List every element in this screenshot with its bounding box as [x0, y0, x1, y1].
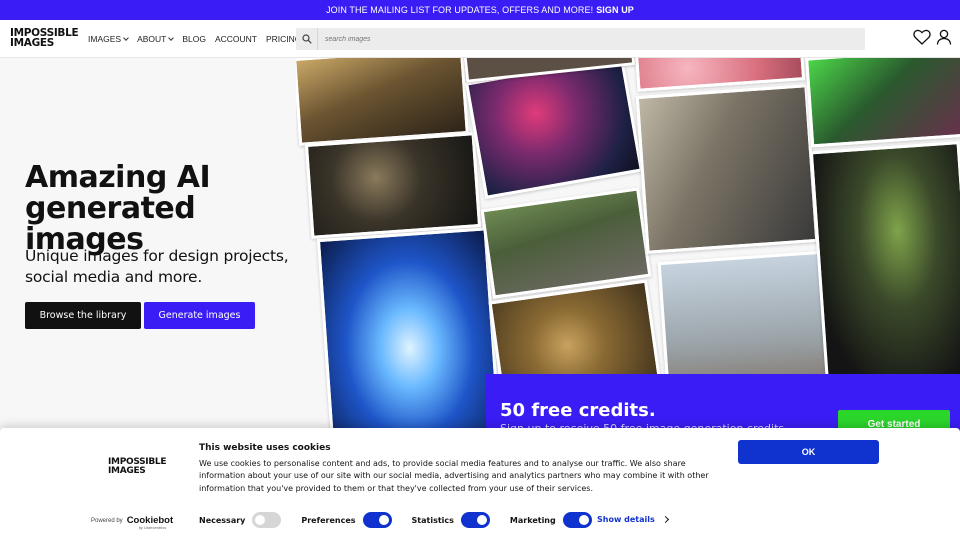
- toggle-statistics: Statistics: [412, 512, 490, 528]
- main-menu: IMAGES ABOUT BLOG ACCOUNT PRICING: [88, 34, 310, 44]
- cookiebot-sub: by Usercentrics: [138, 525, 167, 530]
- hero-section: Amazing AI generated images Unique image…: [0, 58, 960, 438]
- nav-label: IMAGES: [88, 34, 122, 44]
- image-tile-city[interactable]: [296, 58, 469, 146]
- toggle-label: Marketing: [509, 515, 556, 525]
- logo-line-2: IMAGES: [108, 466, 146, 476]
- toggle-necessary: Necessary: [199, 512, 282, 528]
- chevron-down-icon: [123, 34, 129, 41]
- heart-icon[interactable]: [913, 29, 931, 50]
- cookie-site-logo: IMPOSSIBLE IMAGES: [108, 458, 167, 476]
- hero-text-panel: Amazing AI generated images Unique image…: [0, 58, 320, 438]
- announcement-text: JOIN THE MAILING LIST FOR UPDATES, OFFER…: [326, 5, 594, 15]
- toggle-label: Necessary: [199, 515, 246, 525]
- nav-label: ACCOUNT: [214, 34, 257, 44]
- search-icon[interactable]: [296, 28, 318, 50]
- nav-item-about[interactable]: ABOUT: [137, 34, 175, 44]
- chevron-down-icon: [168, 34, 175, 41]
- sign-up-link[interactable]: SIGN UP: [596, 5, 634, 15]
- cookiebot-logo: Cookiebot by Usercentrics: [127, 515, 173, 530]
- image-tile-glowing-figure[interactable]: [316, 227, 502, 438]
- cookie-description: We use cookies to personalise content an…: [199, 459, 709, 493]
- toggle-preferences: Preferences: [301, 512, 392, 528]
- hero-headline: Amazing AI generated images: [25, 160, 211, 257]
- nav-item-blog[interactable]: BLOG: [182, 34, 206, 44]
- powered-by-label: Powered by: [91, 517, 123, 524]
- show-details-label: Show details: [597, 515, 655, 524]
- promo-title: 50 free credits.: [500, 400, 656, 421]
- image-tile-green-room[interactable]: [805, 58, 960, 148]
- browse-library-button[interactable]: Browse the library: [25, 302, 141, 329]
- marketing-switch[interactable]: [562, 512, 592, 528]
- logo-line-2: IMAGES: [10, 37, 55, 49]
- hero-subtext: Unique images for design projects, socia…: [25, 247, 289, 286]
- cookie-ok-button[interactable]: OK: [738, 440, 879, 464]
- cookie-consent-banner: IMPOSSIBLE IMAGES Powered by Cookiebot by…: [0, 428, 960, 540]
- search-input[interactable]: [318, 35, 818, 43]
- chevron-right-icon: [661, 515, 669, 524]
- generate-images-button[interactable]: Generate images: [144, 302, 255, 329]
- nav-label: ABOUT: [137, 34, 167, 44]
- image-tile-frog-singer[interactable]: [809, 141, 960, 391]
- top-navigation: IMPOSSIBLE IMAGES IMAGES ABOUT BLOG ACCO…: [0, 20, 960, 58]
- cookie-title: This website uses cookies: [199, 443, 331, 453]
- preferences-switch[interactable]: [362, 512, 392, 528]
- show-details-link[interactable]: Show details: [597, 515, 669, 524]
- image-tile-painter-robot[interactable]: [635, 84, 819, 254]
- image-tile-dark-room[interactable]: [304, 132, 482, 239]
- toggle-label: Statistics: [411, 515, 454, 525]
- statistics-switch[interactable]: [460, 512, 490, 528]
- toggle-marketing: Marketing: [510, 512, 592, 528]
- toggle-label: Preferences: [301, 515, 356, 525]
- nav-item-images[interactable]: IMAGES: [88, 34, 129, 44]
- nav-item-account[interactable]: ACCOUNT: [215, 34, 257, 44]
- nav-label: BLOG: [182, 34, 206, 44]
- site-logo[interactable]: IMPOSSIBLE IMAGES: [10, 28, 79, 49]
- necessary-switch[interactable]: [252, 512, 282, 528]
- search-bar: [296, 28, 865, 50]
- announcement-bar: JOIN THE MAILING LIST FOR UPDATES, OFFER…: [0, 0, 960, 20]
- cookie-toggles: Necessary Preferences Statistics Marketi…: [199, 512, 612, 528]
- powered-by-cookiebot[interactable]: Powered by Cookiebot by Usercentrics: [91, 515, 173, 530]
- user-icon[interactable]: [936, 29, 952, 50]
